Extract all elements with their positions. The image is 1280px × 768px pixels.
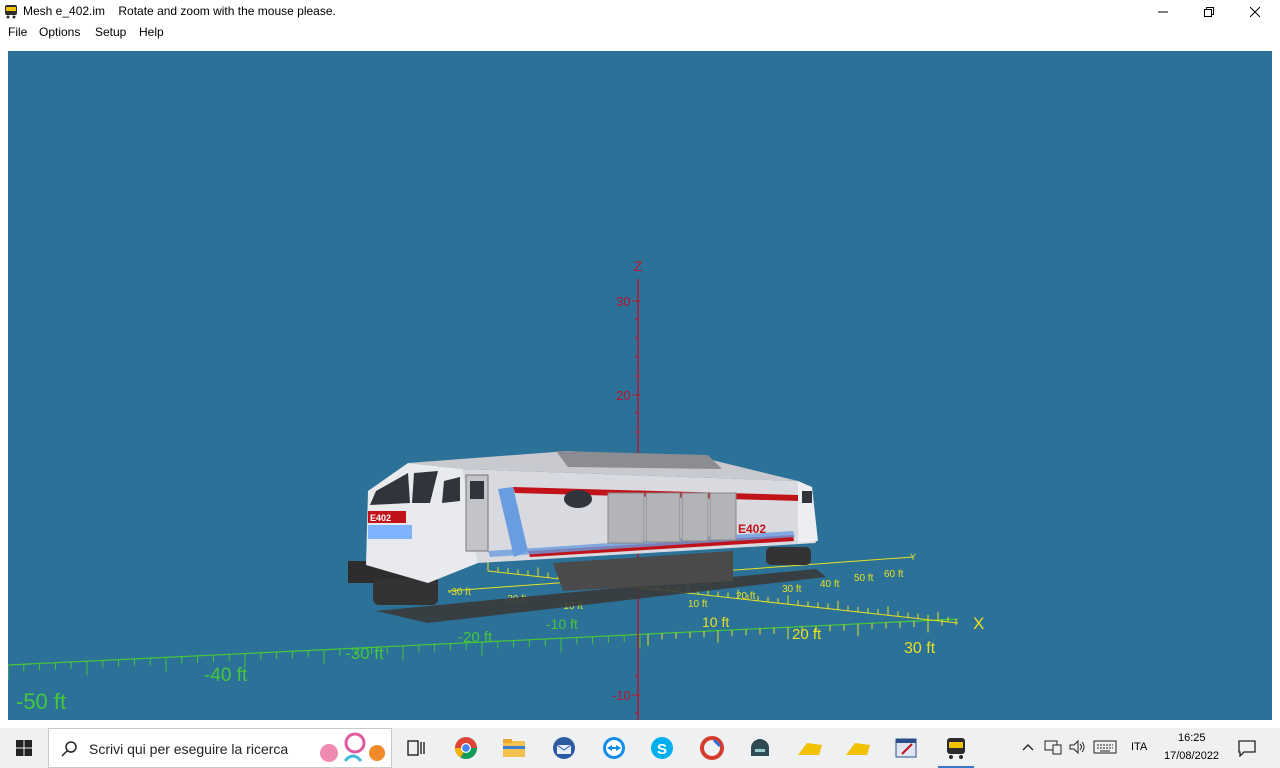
y-tick-label: 20 ft <box>736 591 756 602</box>
menu-setup[interactable]: Setup <box>95 25 126 39</box>
x-tick-label: 10 ft <box>702 614 729 630</box>
restore-button[interactable] <box>1186 0 1232 23</box>
input-language[interactable]: ITA <box>1131 741 1147 753</box>
folder-icon <box>503 739 525 757</box>
yellow-wedge-icon <box>846 743 870 755</box>
search-icon <box>61 741 77 757</box>
z-axis-label: Z <box>634 258 643 274</box>
chevron-up-icon[interactable] <box>1022 738 1034 756</box>
z-tick-label: 20 <box>616 388 630 403</box>
taskbar: Scrivi qui per eseguire la ricerca S ITA… <box>0 728 1280 768</box>
start-button[interactable] <box>0 728 48 768</box>
title-bar: Mesh e_402.im Rotate and zoom with the m… <box>0 0 1280 23</box>
taskbar-app-thunderbird[interactable] <box>540 728 588 768</box>
minimize-icon <box>1158 11 1168 12</box>
y-tick-label: 60 ft <box>884 569 904 580</box>
network-icon[interactable] <box>1044 738 1062 756</box>
x-axis-label: X <box>973 614 984 633</box>
3d-viewport[interactable]: X -50 ft -40 ft -30 ft -20 ft -10 ft 10 … <box>8 51 1272 720</box>
taskbar-app-mail[interactable] <box>882 728 930 768</box>
helmet-icon <box>751 739 769 756</box>
taskbar-app-ccleaner[interactable] <box>688 728 736 768</box>
task-view-button[interactable] <box>392 728 440 768</box>
clock-time[interactable]: 16:25 <box>1178 732 1206 744</box>
taskbar-app-teamviewer[interactable] <box>590 728 638 768</box>
notification-icon[interactable] <box>1238 739 1256 757</box>
chrome-icon <box>455 737 477 759</box>
x-tick-label: -20 ft <box>458 629 493 646</box>
close-button[interactable] <box>1232 0 1278 23</box>
teamviewer-icon <box>603 737 625 759</box>
x-tick-label: -30 ft <box>345 644 384 663</box>
x-tick-label: -10 ft <box>546 616 578 632</box>
close-icon <box>1250 6 1260 17</box>
thunderbird-icon <box>553 737 575 759</box>
window-title: Mesh e_402.im Rotate and zoom with the m… <box>23 4 336 18</box>
skype-icon: S <box>651 737 673 759</box>
search-input[interactable]: Scrivi qui per eseguire la ricerca <box>48 728 392 768</box>
z-tick-label: 30 <box>616 294 630 309</box>
windows-logo-icon <box>16 740 32 756</box>
taskbar-app-skype[interactable]: S <box>638 728 686 768</box>
y-tick-label: 50 ft <box>854 573 874 584</box>
loco-number-side: E402 <box>738 522 766 536</box>
search-placeholder: Scrivi qui per eseguire la ricerca <box>89 741 289 757</box>
keyboard-icon[interactable] <box>1093 738 1117 756</box>
app-icon <box>5 5 17 19</box>
y-tick-label: 10 ft <box>688 599 708 610</box>
menu-options[interactable]: Options <box>39 25 80 39</box>
z-tick-label: -10 <box>612 688 631 703</box>
loco-number-front: E402 <box>370 513 391 523</box>
y-axis-label: Y <box>910 552 916 562</box>
taskbar-app-dark[interactable] <box>736 728 784 768</box>
menu-help[interactable]: Help <box>139 25 164 39</box>
x-tick-label: -50 ft <box>16 689 66 714</box>
clock-date[interactable]: 17/08/2022 <box>1164 750 1219 762</box>
yellow-wedge-icon <box>798 743 822 755</box>
taskbar-app-yellow-1[interactable] <box>786 728 834 768</box>
volume-icon[interactable] <box>1068 738 1086 756</box>
search-highlight-art-icon <box>320 732 385 762</box>
menu-bar: File Options Setup Help <box>0 23 1280 42</box>
y-tick-label: 40 ft <box>820 579 840 590</box>
menu-file[interactable]: File <box>8 25 27 39</box>
taskbar-app-chrome[interactable] <box>442 728 490 768</box>
train-icon <box>947 738 965 759</box>
x-tick-label: 30 ft <box>904 640 936 657</box>
task-view-icon <box>407 740 425 756</box>
restore-icon <box>1204 6 1214 17</box>
y-tick-label: 30 ft <box>782 584 802 595</box>
x-tick-label: -40 ft <box>204 665 248 686</box>
x-axis: X -50 ft -40 ft -30 ft -20 ft -10 ft 10 … <box>8 614 984 714</box>
taskbar-app-mesh-viewer[interactable] <box>932 728 980 768</box>
ccleaner-icon <box>700 736 724 760</box>
taskbar-app-yellow-2[interactable] <box>834 728 882 768</box>
edit-window-icon <box>895 738 917 758</box>
svg-text:S: S <box>657 741 667 758</box>
y-tick-label: -30 ft <box>448 587 471 598</box>
taskbar-app-file-explorer[interactable] <box>490 728 538 768</box>
x-tick-label: 20 ft <box>792 626 822 643</box>
minimize-button[interactable] <box>1140 0 1186 23</box>
